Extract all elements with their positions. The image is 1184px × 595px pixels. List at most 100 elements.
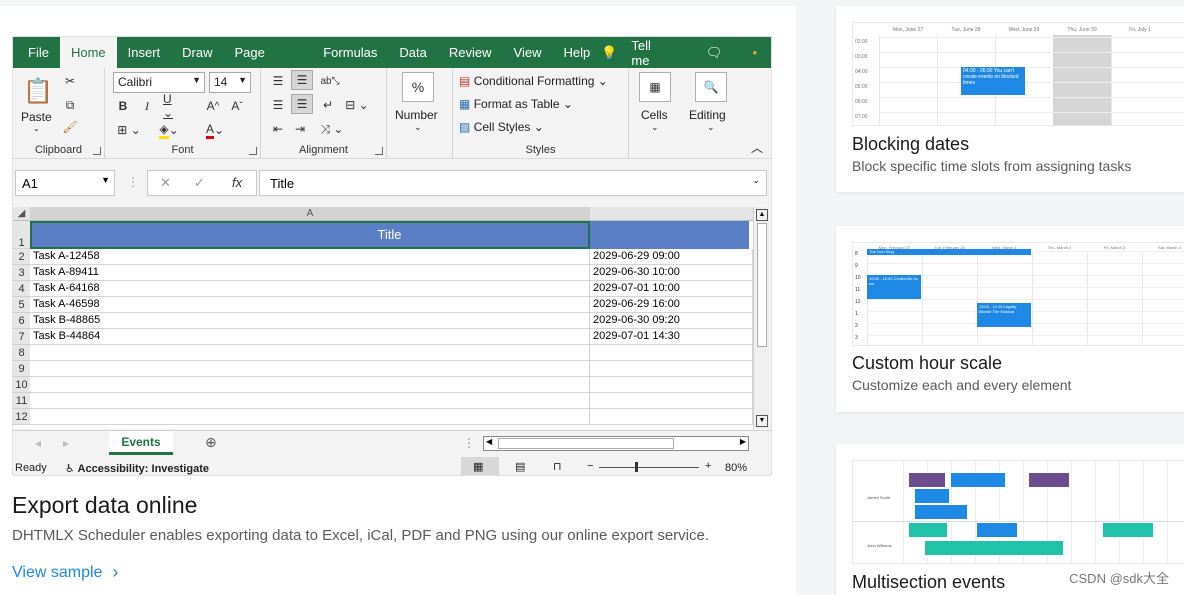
ribbon-tab-help[interactable]: Help [552,37,601,68]
cells-icon[interactable]: ▦ [639,72,671,102]
conditional-formatting-button[interactable]: ▤ Conditional Formatting ⌄ [459,74,608,88]
cell-b[interactable]: 2029-06-29 09:00 [590,249,753,265]
decrease-indent-icon[interactable]: ⇤ [269,120,287,138]
row-header[interactable]: 11 [13,393,30,409]
divider-handle-icon[interactable]: ⋮ [463,436,475,450]
format-painter-icon[interactable]: 🖌 [61,118,79,136]
formula-input[interactable]: Title ⌄ [259,170,767,196]
increase-font-icon[interactable]: A ^ [203,98,223,114]
check-icon[interactable]: ✓ [194,175,205,191]
ribbon-tab-insert[interactable]: Insert [117,37,172,68]
cell-a[interactable] [30,377,590,393]
underline-icon[interactable]: U ⌄ [163,92,185,120]
align-middle-icon[interactable]: ☰ [291,70,313,90]
cell-a[interactable]: Task A-64168 [30,281,590,297]
number-label[interactable]: Number [395,108,438,122]
column-header-a[interactable]: A [30,207,590,221]
clipboard-launcher-icon[interactable] [93,147,101,155]
font-color-icon[interactable]: A ⌄ [195,122,235,139]
cell-a[interactable]: Task A-89411 [30,265,590,281]
cell-a[interactable]: Task B-44864 [30,329,590,345]
cell-a[interactable]: Task A-12458 [30,249,590,265]
zoom-out-icon[interactable]: − [587,460,593,472]
cells-label[interactable]: Cells [641,108,668,122]
cell-b[interactable] [590,393,753,409]
align-center-icon[interactable]: ☰ [291,94,313,114]
editing-chevron-icon[interactable]: ⌄ [707,122,715,133]
prev-sheet-icon[interactable]: ◂ [35,436,41,450]
name-box[interactable]: A1 ▼ [15,170,115,196]
cell-b[interactable] [590,377,753,393]
align-top-icon[interactable]: ☰ [269,72,287,90]
row-header[interactable]: 8 [13,345,30,361]
tell-me[interactable]: Tell me [631,38,658,68]
cell-a[interactable] [30,409,590,425]
format-as-table-button[interactable]: ▦ Format as Table ⌄ [459,97,573,111]
borders-icon[interactable]: ⊞ ⌄ [113,122,145,138]
scroll-left-icon[interactable]: ◀ [486,437,492,446]
cell-b[interactable] [590,361,753,377]
cell-b[interactable] [590,409,753,425]
scroll-down-icon[interactable]: ▼ [756,415,768,427]
cell-b[interactable]: 2029-06-30 10:00 [590,265,753,281]
bold-icon[interactable]: B [115,98,131,114]
row-header[interactable]: 7 [13,329,30,345]
sheet-tab-events[interactable]: Events [109,431,173,455]
row-header[interactable]: 12 [13,409,30,425]
text-direction-icon[interactable]: ⤨ ⌄ [317,120,347,138]
cell-a[interactable] [30,361,590,377]
font-size-select[interactable]: 14 ▼ [209,72,251,93]
scroll-thumb[interactable] [757,223,767,347]
scroll-up-icon[interactable]: ▲ [756,209,768,221]
search-icon[interactable]: 🔍 [695,72,727,102]
cancel-icon[interactable]: ✕ [160,175,171,191]
number-chevron-icon[interactable]: ⌄ [414,122,422,133]
row-header[interactable]: 5 [13,297,30,313]
cut-icon[interactable]: ✂ [61,72,79,90]
ribbon-tab-draw[interactable]: Draw [171,37,223,68]
page-break-view-icon[interactable]: ⊓ [553,460,562,473]
zoom-slider-thumb[interactable] [635,462,638,472]
collapse-ribbon-icon[interactable]: ︿ [751,139,763,156]
scroll-right-icon[interactable]: ▶ [740,437,746,446]
side-card-custom-hour-scale[interactable]: Mon, February 27 Tue, February 28 Wed, Mar… [836,226,1184,412]
accessibility-status[interactable]: ♿ Accessibility: Investigate [65,462,209,475]
font-launcher-icon[interactable] [249,147,257,155]
paste-icon[interactable]: 📋 [21,74,55,108]
row-header[interactable]: 10 [13,377,30,393]
cell-b[interactable]: 2029-07-01 10:00 [590,281,753,297]
increase-indent-icon[interactable]: ⇥ [291,120,309,138]
copy-icon[interactable]: ⧉ [59,96,81,114]
paste-chevron-icon[interactable]: ⌄ [33,124,40,133]
ribbon-tab-formulas[interactable]: Formulas [312,37,388,68]
page-layout-view-icon[interactable]: ▤ [515,460,525,473]
insert-function-icon[interactable]: fx [232,175,242,190]
ribbon-tab-view[interactable]: View [503,37,553,68]
cell-b[interactable]: 2029-07-01 14:30 [590,329,753,345]
align-left-icon[interactable]: ☰ [269,96,287,114]
comment-icon[interactable]: 🗨 [706,45,723,61]
zoom-level[interactable]: 80% [725,462,747,474]
row-header[interactable]: 2 [13,249,30,265]
cell-b[interactable] [590,345,753,361]
cell-styles-button[interactable]: ▨ Cell Styles ⌄ [459,120,544,134]
merge-center-icon[interactable]: ⊟ ⌄ [341,96,373,114]
next-sheet-icon[interactable]: ▸ [63,436,69,450]
side-card-blocking-dates[interactable]: Mon, June 27 Tue, June 28 Wed, June 29 Thu,… [836,6,1184,192]
cell-a[interactable] [30,345,590,361]
zoom-slider[interactable] [599,467,699,468]
editing-label[interactable]: Editing [689,108,726,122]
select-all-corner[interactable]: ◢ [13,207,30,221]
cell-a[interactable] [30,393,590,409]
ribbon-tab-data[interactable]: Data [388,37,437,68]
ribbon-tab-review[interactable]: Review [438,37,503,68]
cell-b[interactable]: 2029-06-30 09:20 [590,313,753,329]
orientation-icon[interactable]: ab⤡ [319,72,341,90]
alignment-launcher-icon[interactable] [375,147,383,155]
view-sample-link[interactable]: View sample › [12,562,118,583]
cell-a[interactable]: Task A-46598 [30,297,590,313]
add-sheet-icon[interactable]: ⊕ [205,434,217,451]
ribbon-tab-page-layout[interactable]: Page Layout [224,37,313,91]
row-header[interactable]: 4 [13,281,30,297]
decrease-font-icon[interactable]: Aˇ [227,98,247,114]
